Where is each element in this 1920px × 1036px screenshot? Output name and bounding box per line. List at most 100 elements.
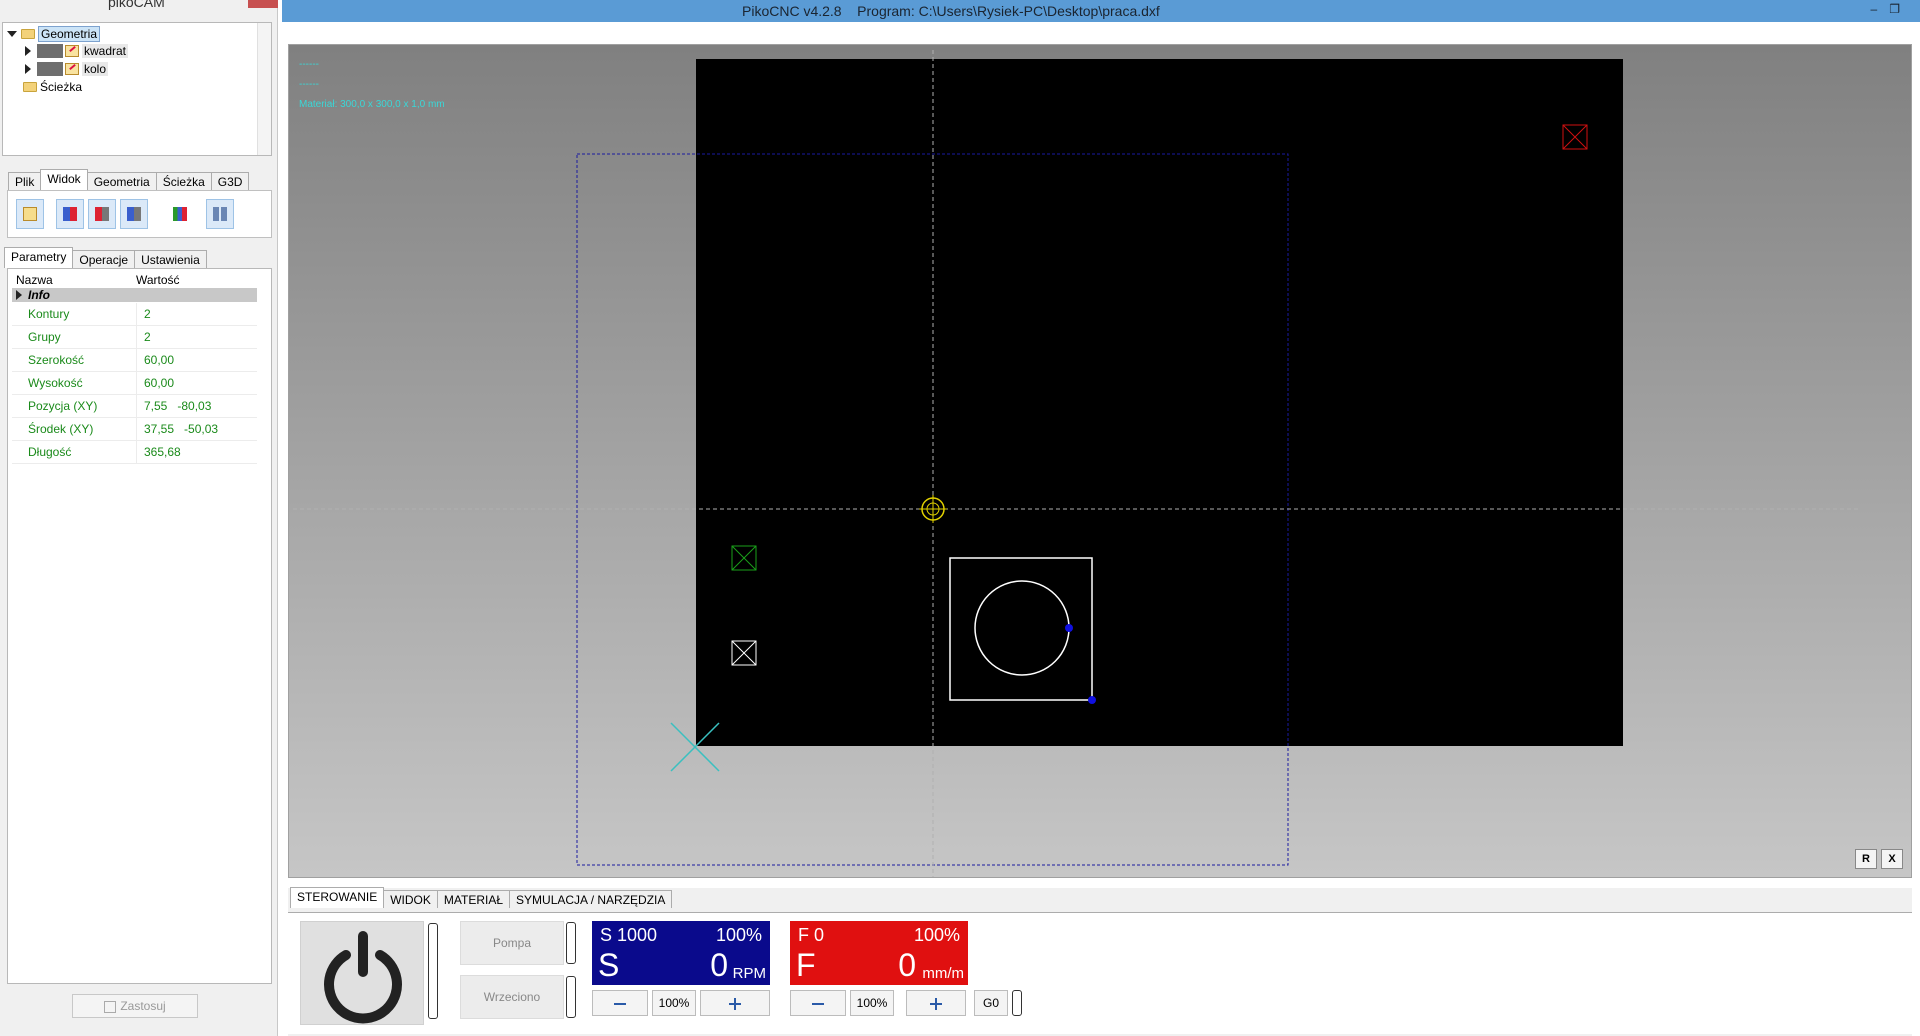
tab-widok-bottom[interactable]: WIDOK [383,890,438,908]
chevron-right-icon[interactable] [25,46,31,56]
restore-icon[interactable]: ❐ [1889,2,1912,16]
spindle-override: 100% [715,925,762,945]
material-area [696,59,1623,746]
pump-indicator [566,922,576,964]
edit-view-button[interactable] [16,199,44,229]
folder-icon [21,29,35,39]
parameters-grid: Nazwa Wartość Info Kontury 2 Grupy 2 Sze… [7,268,272,984]
tree-item[interactable]: kolo [25,61,109,77]
feed-letter: F [796,947,816,983]
param-value: 60,00 [144,376,175,390]
spindle-increase-button[interactable] [700,990,770,1016]
spindle-button[interactable]: Wrzeciono [460,975,564,1019]
pikocam-title: pikoCAM [108,0,165,10]
tab-material[interactable]: MATERIAŁ [436,890,511,908]
viewport-canvas[interactable] [289,45,1912,878]
param-value: 365,68 [144,445,181,459]
tree-node-sciezka[interactable]: Ścieżka [23,79,82,95]
param-value: 7,55 -80,03 [144,399,212,413]
apply-label: Zastosuj [120,999,166,1013]
feed-increase-button[interactable] [906,990,966,1016]
spindle-letter: S [598,947,620,983]
tab-widok[interactable]: Widok [40,169,88,190]
g0-button[interactable]: G0 [974,990,1008,1016]
chevron-right-icon[interactable] [25,64,31,74]
view-side-icon [127,207,141,221]
geometry-tree[interactable]: Geometria kwadrat kolo Ścieżka [2,22,272,156]
grid-icon [213,207,227,221]
param-name: Długość [28,445,72,459]
cnc-viewport[interactable]: ------ ------ Materiał: 300,0 x 300,0 x … [288,44,1912,878]
spindle-unit: RPM [732,965,766,982]
tab-symulacja[interactable]: SYMULACJA / NARZĘDZIA [509,890,673,908]
tree-item[interactable]: kwadrat [25,43,129,59]
column-header-value: Wartość [136,273,180,287]
feed-decrease-button[interactable] [790,990,846,1016]
param-name: Pozycja (XY) [28,399,98,413]
tab-plik[interactable]: Plik [8,172,42,190]
table-row[interactable]: Grupy 2 [12,326,257,349]
window-controls: –❐ [1871,2,1912,16]
view-side-button[interactable] [120,199,148,229]
chevron-right-icon[interactable] [16,290,22,300]
feed-unit: mm/m [922,965,964,982]
tree-node-geometria[interactable]: Geometria [7,26,101,42]
spindle-indicator [566,976,576,1018]
table-row[interactable]: Pozycja (XY) 7,55 -80,03 [12,395,257,418]
square-start-point [1088,696,1096,704]
param-value: 37,55 -50,03 [144,422,219,436]
apply-button[interactable]: Zastosuj [72,994,198,1018]
feed-reset-button[interactable]: 100% [850,990,894,1016]
plus-icon [729,997,741,1010]
circle-start-point [1065,624,1073,632]
tab-sterowanie[interactable]: STEROWANIE [290,887,385,908]
tab-sciezka[interactable]: Ścieżka [155,172,212,190]
view-top-button[interactable] [56,199,84,229]
close-icon[interactable] [248,0,278,8]
color-swatch [37,44,63,58]
tab-geometria[interactable]: Geometria [86,172,157,190]
chevron-down-icon[interactable] [7,31,17,37]
pencil-icon [65,45,79,57]
tab-ustawienia[interactable]: Ustawienia [134,250,207,268]
spindle-decrease-button[interactable] [592,990,648,1016]
feed-override: 100% [913,925,960,945]
toolbar-tabs: Plik Widok Geometria Ścieżka G3D [8,169,250,190]
table-row[interactable]: Kontury 2 [12,303,257,326]
checkbox-icon [104,1000,117,1013]
grid-view-button[interactable] [206,199,234,229]
pump-button[interactable]: Pompa [460,921,564,965]
param-name: Wysokość [28,376,83,390]
hud-line-2: ------ [299,79,319,90]
tree-scrollbar[interactable] [257,23,271,155]
param-name: Grupy [28,330,61,344]
table-row[interactable]: Szerokość 60,00 [12,349,257,372]
power-indicator [428,923,438,1019]
group-row-info[interactable]: Info [12,288,257,302]
color-swatch [37,62,63,76]
param-value: 2 [144,307,151,321]
main-titlebar: PikoCNC v4.2.8 Program: C:\Users\Rysiek-… [282,0,1920,22]
tab-parametry[interactable]: Parametry [4,247,74,268]
param-value: 60,00 [144,353,175,367]
table-row[interactable]: Wysokość 60,00 [12,372,257,395]
power-button[interactable] [300,921,424,1025]
view-front-button[interactable] [88,199,116,229]
tab-g3d[interactable]: G3D [210,172,250,190]
tab-operacje[interactable]: Operacje [72,250,136,268]
view-3d-button[interactable] [166,199,194,229]
reset-view-button[interactable]: R [1855,849,1877,869]
table-row[interactable]: Długość 365,68 [12,441,257,464]
view-3d-icon [173,207,187,221]
bottom-control-panel: STEROWANIE WIDOK MATERIAŁ SYMULACJA / NA… [288,887,1912,1036]
close-view-button[interactable]: X [1881,849,1903,869]
feed-value: 0 [898,947,916,983]
minimize-icon[interactable]: – [1871,2,1890,16]
pikocam-panel: pikoCAM Geometria kwadrat kolo Ścieżka P… [0,0,278,1036]
folder-icon [23,82,37,92]
spindle-reset-button[interactable]: 100% [652,990,696,1016]
param-name: Szerokość [28,353,85,367]
tree-item-label: kwadrat [82,44,129,58]
tree-label-sciezka: Ścieżka [40,80,83,94]
table-row[interactable]: Środek (XY) 37,55 -50,03 [12,418,257,441]
